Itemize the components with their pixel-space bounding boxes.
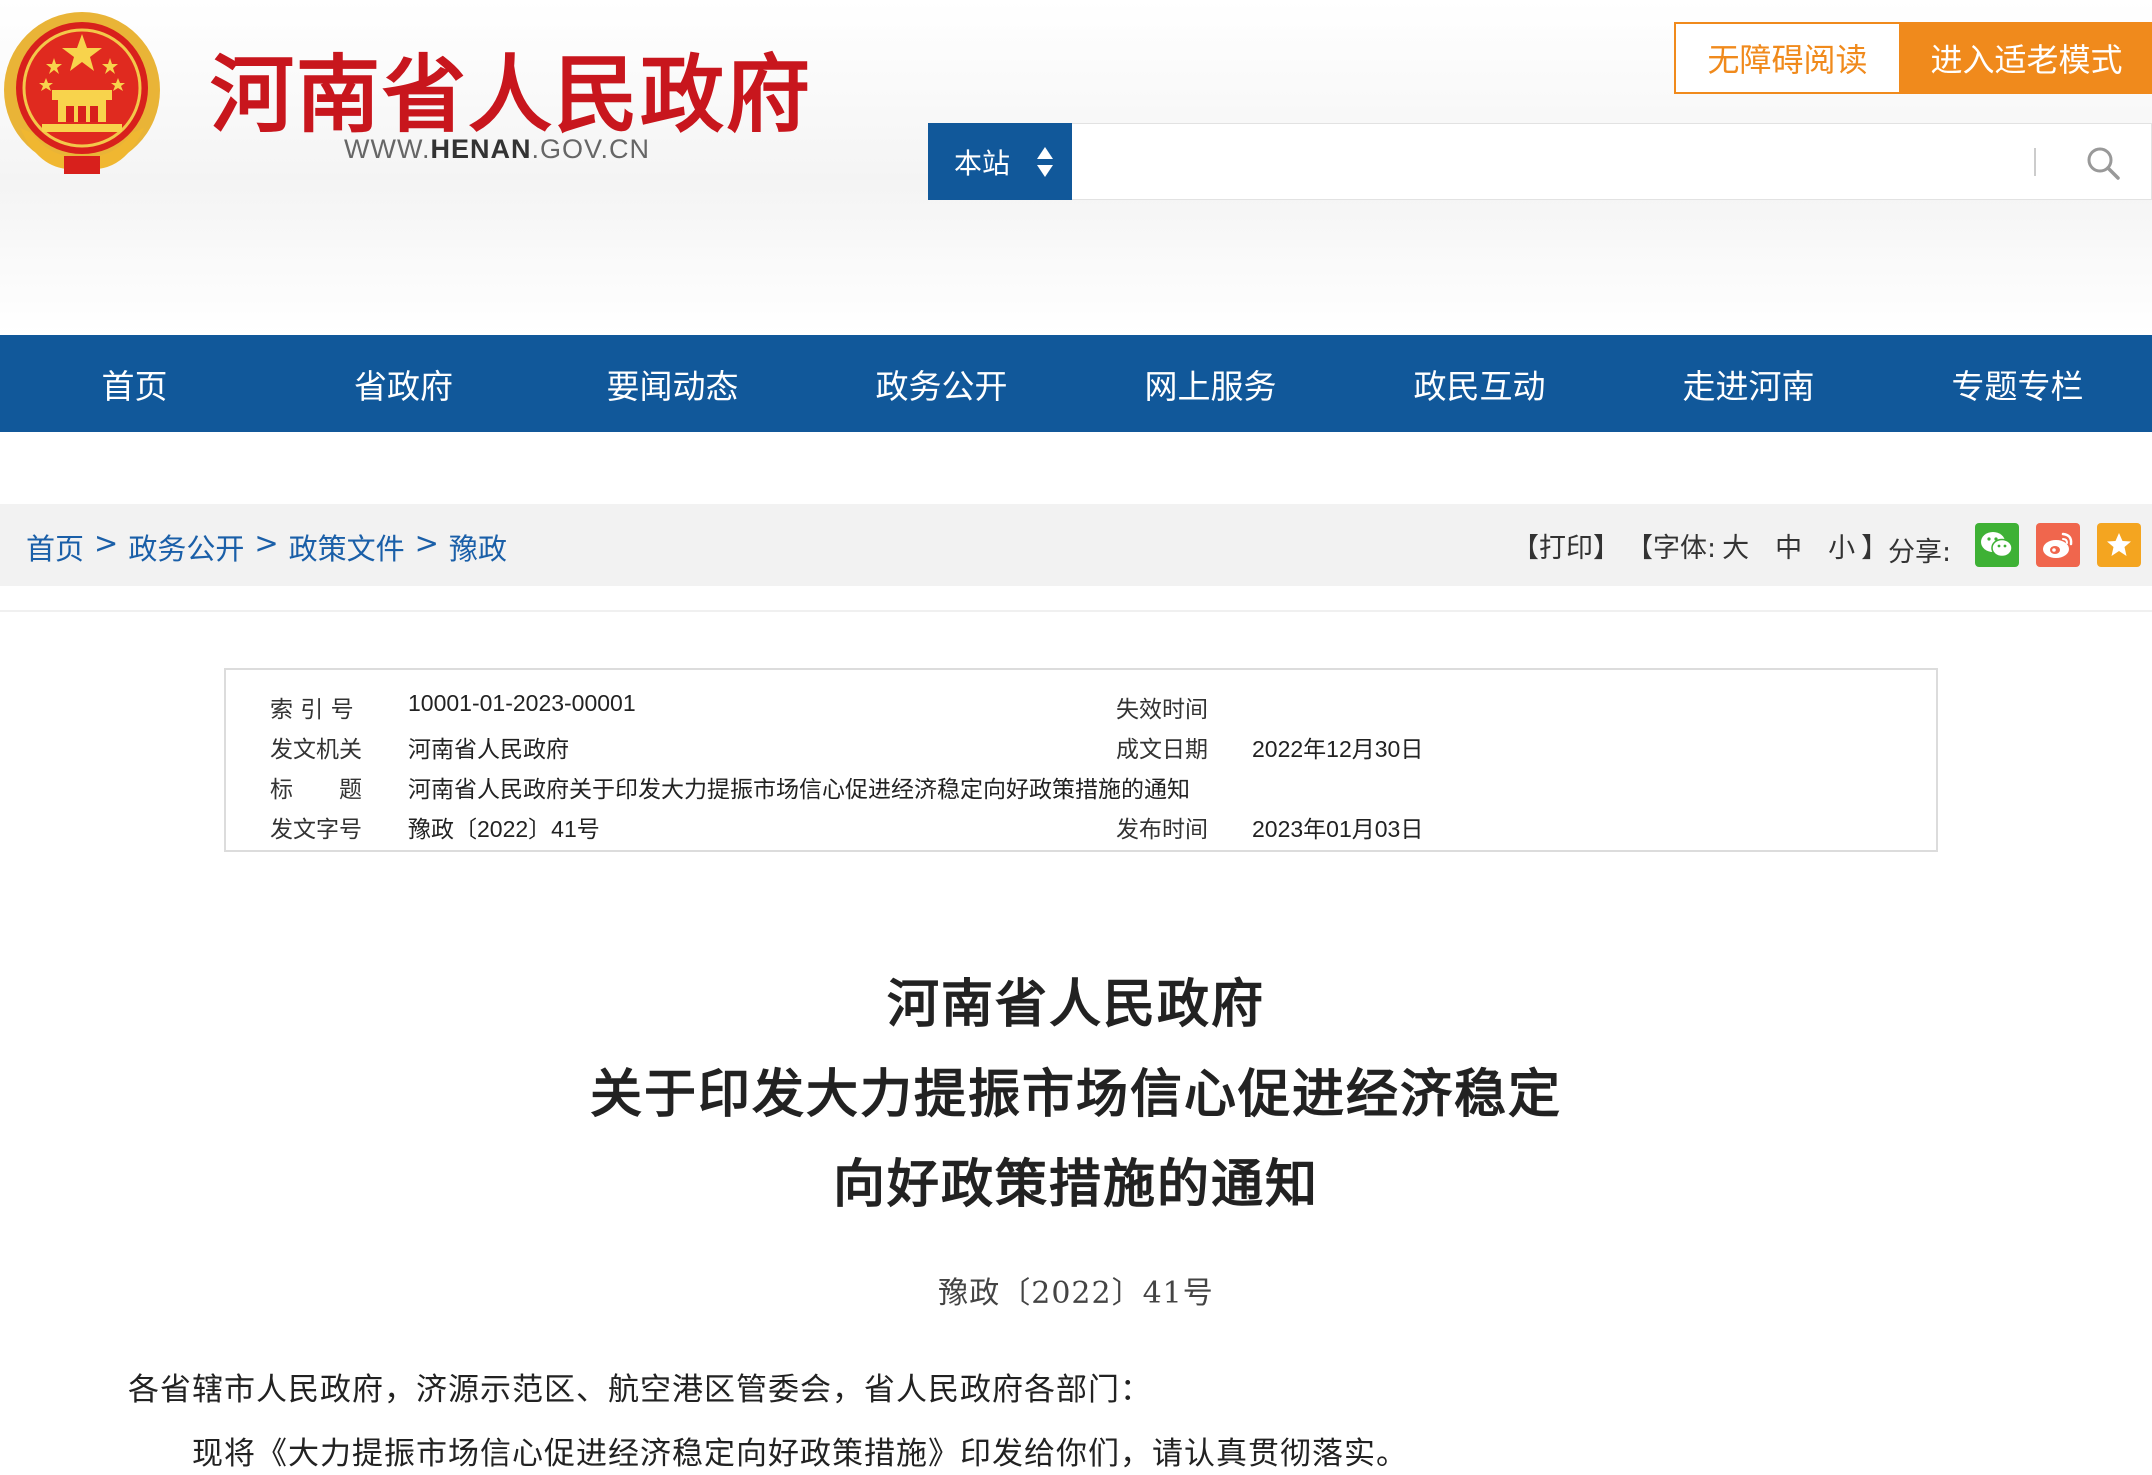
search-scope-select[interactable]: 本站 [928,123,1072,200]
article-recipients: 各省辖市人民政府，济源示范区、航空港区管委会，省人民政府各部门： [128,1372,1152,1408]
site-title[interactable]: 河南省人民政府 [210,28,812,149]
expire-time-label: 失效时间 [1116,697,1208,723]
search-bar [1072,123,2152,200]
index-number-label: 索 引 号 [270,697,354,723]
document-metadata-table: 索 引 号 10001-01-2023-00001 失效时间 发文机关 河南省人… [224,668,1938,852]
favorite-icon [2107,533,2131,556]
issuer-label: 发文机关 [270,737,362,763]
article-body-paragraph: 现将《大力提振市场信心促进经济稳定向好政策措施》印发给你们，请认真贯彻落实。 [192,1436,1408,1472]
national-emblem-icon [4,12,160,174]
font-size-label: 【字体: [1626,533,1717,564]
breadcrumb-item-policy-documents[interactable]: 政策文件 [289,526,405,568]
breadcrumb-separator: > [254,526,279,560]
document-number-value: 豫政〔2022〕41号 [408,816,600,842]
nav-item-about-henan[interactable]: 走进河南 [1614,335,1883,432]
url-prefix: WWW. [344,134,431,164]
print-button[interactable]: 【打印】 [1512,526,1620,565]
nav-item-special-topics[interactable]: 专题专栏 [1883,335,2152,432]
meta-row: 索 引 号 10001-01-2023-00001 失效时间 [226,684,1936,724]
published-time-label: 发布时间 [1116,817,1208,843]
font-large-button[interactable]: 大 [1722,526,1749,565]
weibo-icon [2043,532,2073,558]
published-time-value: 2023年01月03日 [1252,816,1424,842]
section-divider [0,610,2152,612]
article-title-line-2: 关于印发大力提振市场信心促进经济稳定 [589,1064,1562,1125]
title-label: 标 题 [270,777,362,803]
meta-row: 标 题 河南省人民政府关于印发大力提振市场信心促进经济稳定向好政策措施的通知 [226,764,1936,804]
nav-item-home[interactable]: 首页 [0,335,269,432]
created-date-value: 2022年12月30日 [1252,736,1424,762]
sort-arrows-icon [1037,147,1053,177]
search-icon[interactable] [2084,144,2122,182]
document-number-label: 发文字号 [270,817,362,843]
article-title-line-3: 向好政策措施的通知 [832,1154,1319,1215]
font-small-button[interactable]: 小 [1828,526,1855,565]
index-number-value: 10001-01-2023-00001 [408,690,636,716]
font-size-close: 】 [1861,533,1889,564]
share-label: 分享: [1888,537,1952,568]
page-tools: 【打印】 【字体: 大 中 小 】 [1512,526,1888,565]
search-input[interactable] [1072,124,2022,199]
breadcrumb-bar: 首页 > 政务公开 > 政策文件 > 豫政 【打印】 【字体: 大 中 小 】 … [0,504,2152,586]
site-header: 河南省人民政府 WWW.HENAN.GOV.CN 无障碍阅读 进入适老模式 本站 [0,0,2152,335]
url-highlight: HENAN [430,134,532,164]
search-divider [2034,148,2036,176]
nav-item-provincial-government[interactable]: 省政府 [269,335,538,432]
meta-row: 发文机关 河南省人民政府 成文日期 2022年12月30日 [226,724,1936,764]
url-suffix: .GOV.CN [531,134,651,164]
main-nav: 首页 省政府 要闻动态 政务公开 网上服务 政民互动 走进河南 专题专栏 [0,335,2152,432]
search-scope-label: 本站 [954,146,1011,180]
issuer-value: 河南省人民政府 [408,736,569,762]
accessible-reading-button[interactable]: 无障碍阅读 [1674,22,1901,94]
nav-item-interaction[interactable]: 政民互动 [1345,335,1614,432]
breadcrumb-separator: > [414,526,439,560]
title-value: 河南省人民政府关于印发大力提振市场信心促进经济稳定向好政策措施的通知 [408,776,1190,802]
wechat-icon [1981,532,2013,558]
meta-row: 发文字号 豫政〔2022〕41号 发布时间 2023年01月03日 [226,804,1936,844]
favorite-share-button[interactable] [2097,523,2141,567]
breadcrumb-separator: > [94,526,119,560]
font-medium-button[interactable]: 中 [1775,526,1802,565]
site-url[interactable]: WWW.HENAN.GOV.CN [344,134,650,165]
article-title-line-1: 河南省人民政府 [886,974,1265,1035]
breadcrumb: 首页 > 政务公开 > 政策文件 > 豫政 [26,526,507,568]
breadcrumb-item-home[interactable]: 首页 [26,526,84,568]
created-date-label: 成文日期 [1116,737,1208,763]
elder-mode-button[interactable]: 进入适老模式 [1901,22,2152,94]
wechat-share-button[interactable] [1975,523,2019,567]
nav-item-news[interactable]: 要闻动态 [538,335,807,432]
breadcrumb-item-yuzheng[interactable]: 豫政 [449,526,507,568]
nav-item-online-services[interactable]: 网上服务 [1076,335,1345,432]
weibo-share-button[interactable] [2036,523,2080,567]
breadcrumb-item-government-affairs[interactable]: 政务公开 [128,526,244,568]
article-document-number: 豫政〔2022〕41号 [938,1276,1214,1311]
nav-item-government-affairs[interactable]: 政务公开 [807,335,1076,432]
